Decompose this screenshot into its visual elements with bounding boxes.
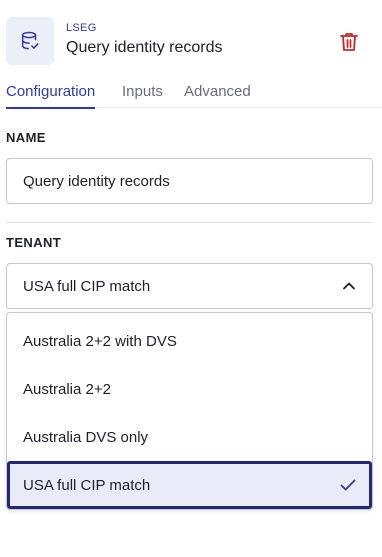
provider-label: LSEG (66, 22, 97, 34)
tenant-option-label: Australia 2+2 (23, 380, 111, 398)
tenant-option-label: Australia DVS only (23, 428, 149, 446)
tenant-option-label: USA full CIP match (23, 476, 151, 494)
tenant-option[interactable]: Australia DVS only (7, 413, 372, 461)
tenant-option-selected[interactable]: USA full CIP match (7, 461, 372, 509)
tenant-option-label: Australia 2+2 with DVS (23, 332, 177, 350)
tenant-option[interactable]: Australia 2+2 with DVS (7, 317, 372, 365)
delete-button[interactable] (336, 29, 362, 55)
tab-advanced[interactable]: Advanced (184, 83, 251, 108)
name-label: NAME (6, 130, 46, 145)
name-input[interactable]: Query identity records (6, 158, 373, 204)
step-title: Query identity records (66, 39, 223, 56)
tab-bar: Configuration Inputs Advanced (0, 78, 382, 109)
tenant-dropdown-menu: Australia 2+2 with DVS Australia 2+2 Aus… (6, 312, 373, 510)
tenant-select-value: USA full CIP match (23, 277, 151, 295)
tab-inputs[interactable]: Inputs (122, 83, 163, 108)
checkmark-icon (340, 479, 356, 491)
tab-configuration[interactable]: Configuration (6, 83, 96, 109)
tenant-option[interactable]: Australia 2+2 (7, 365, 372, 413)
tenant-select[interactable]: USA full CIP match (6, 263, 373, 309)
trash-icon (340, 33, 358, 51)
chevron-up-icon (342, 281, 356, 291)
section-divider (6, 222, 373, 223)
step-header: LSEG Query identity records (0, 0, 382, 78)
database-check-icon (6, 17, 54, 65)
tenant-label: TENANT (6, 235, 62, 250)
